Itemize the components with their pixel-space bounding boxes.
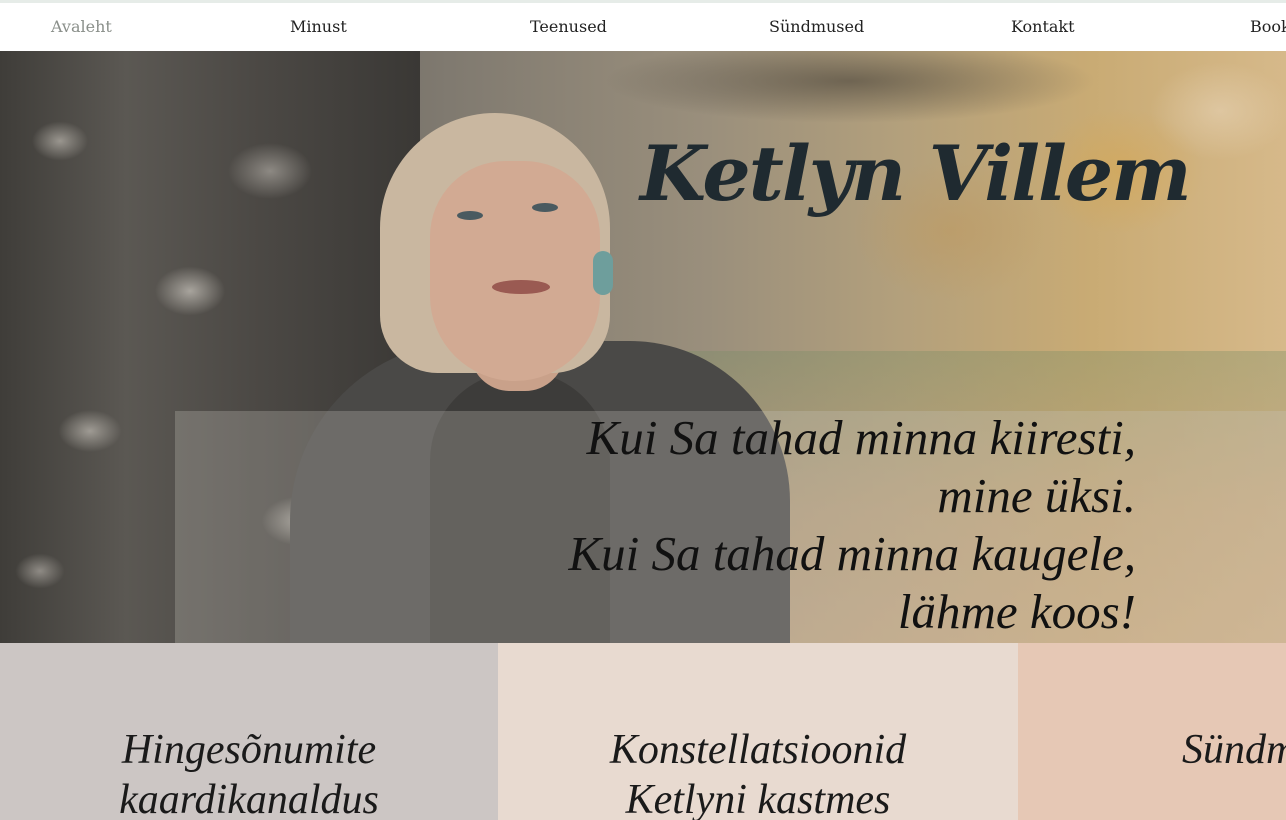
- nav-item-avaleht[interactable]: Avaleht: [51, 17, 112, 36]
- quote-line: mine üksi.: [937, 468, 1136, 523]
- service-title: Sündmused: [1182, 725, 1286, 775]
- portrait-lips: [492, 280, 550, 294]
- portrait-eye-left: [457, 211, 483, 220]
- hero-title: Ketlyn Villem: [640, 129, 1192, 218]
- hero-section: Ketlyn Villem Kui Sa tahad minna kiirest…: [0, 51, 1286, 643]
- service-title: Konstellatsioonid Ketlyni kastmes: [498, 725, 1018, 820]
- nav-item-kontakt[interactable]: Kontakt: [1011, 17, 1075, 36]
- service-title-line: kaardikanaldus: [119, 777, 379, 820]
- nav-item-book[interactable]: Book: [1250, 17, 1286, 36]
- portrait-face: [430, 161, 600, 381]
- service-panel-sundmused[interactable]: Sündmused: [1018, 643, 1286, 820]
- nav-item-sundmused[interactable]: Sündmused: [769, 17, 864, 36]
- service-title-line: Konstellatsioonid: [609, 727, 907, 773]
- quote-line: Kui Sa tahad minna kiiresti,: [586, 410, 1136, 465]
- nav-item-teenused[interactable]: Teenused: [530, 17, 607, 36]
- portrait-earring: [593, 251, 613, 295]
- portrait-eye-right: [532, 203, 558, 212]
- quote-line: Kui Sa tahad minna kaugele,: [568, 526, 1136, 581]
- service-title-line: Sündmused: [1182, 727, 1286, 773]
- service-panel-kaardikanaldus[interactable]: Hingesõnumite kaardikanaldus: [0, 643, 498, 820]
- nav-item-minust[interactable]: Minust: [290, 17, 347, 36]
- service-title: Hingesõnumite kaardikanaldus: [0, 725, 498, 820]
- service-title-line: Hingesõnumite: [121, 727, 377, 773]
- hero-quote: Kui Sa tahad minna kiiresti, mine üksi. …: [568, 409, 1136, 641]
- service-title-line: Ketlyni kastmes: [625, 777, 891, 820]
- quote-line: lähme koos!: [897, 584, 1136, 639]
- top-navigation: Avaleht Minust Teenused Sündmused Kontak…: [0, 0, 1286, 51]
- service-panel-konstellatsioonid[interactable]: Konstellatsioonid Ketlyni kastmes: [498, 643, 1018, 820]
